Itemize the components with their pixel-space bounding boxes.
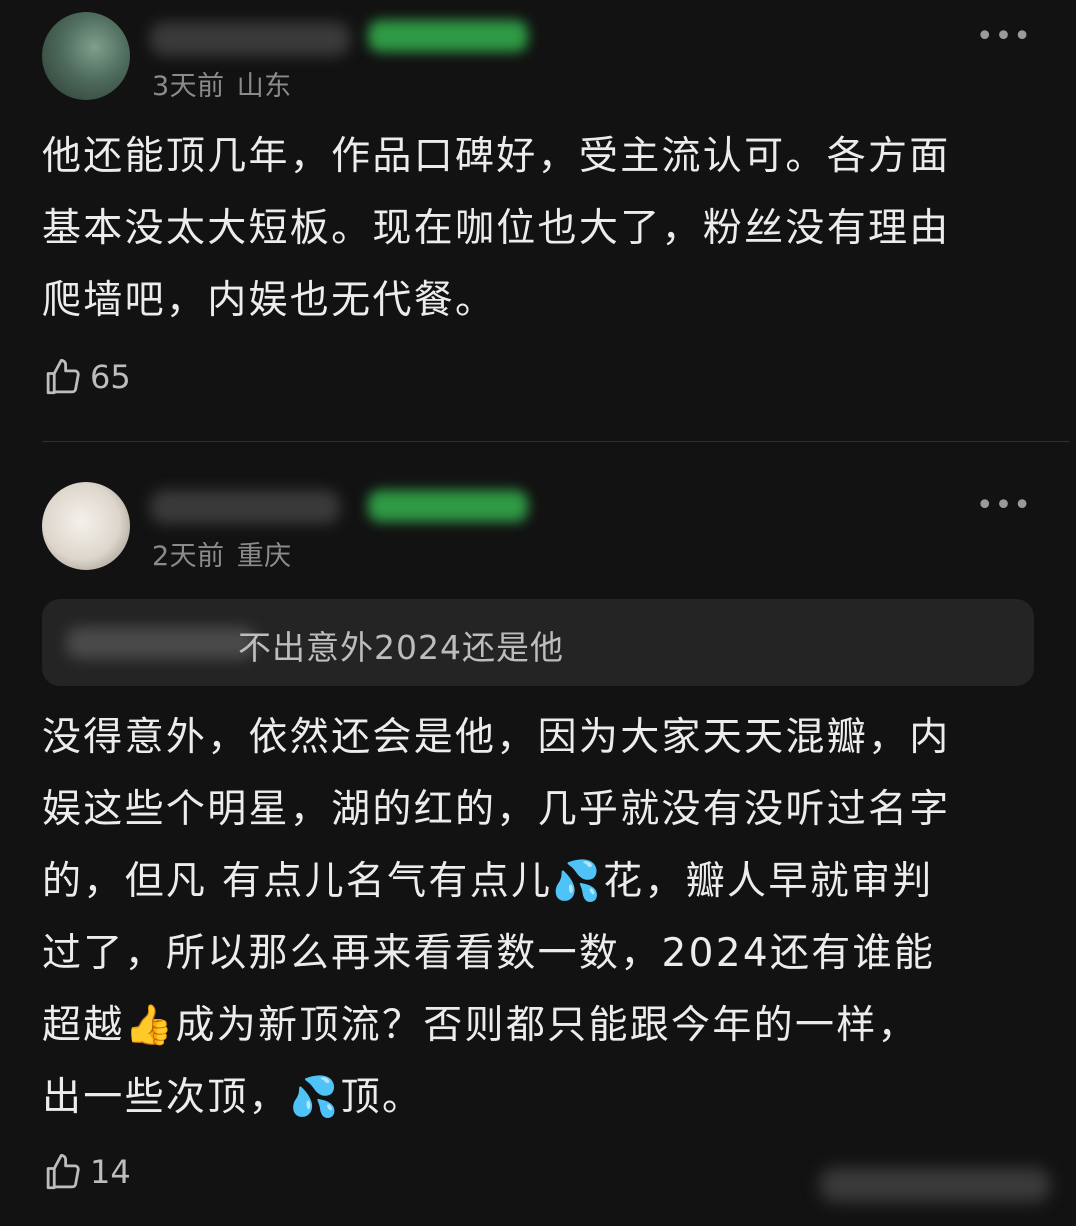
quoted-reply[interactable]: 不出意外2024还是他	[42, 599, 1034, 686]
user-badge-blurred	[368, 20, 528, 52]
thumbs-up-icon	[46, 1153, 80, 1190]
quoted-text: 不出意外2024还是他	[238, 628, 564, 667]
username-blurred[interactable]	[150, 22, 350, 56]
comment-location: 重庆	[236, 541, 292, 572]
like-count: 65	[90, 358, 131, 396]
comment-time: 2天前	[152, 541, 225, 572]
avatar[interactable]	[42, 12, 130, 100]
comment-meta: 3天前 山东	[152, 64, 292, 103]
divider	[42, 441, 1070, 442]
more-options-icon[interactable]: •••	[976, 22, 1032, 52]
comment-location: 山东	[236, 71, 292, 102]
comment-1: 3天前 山东 ••• 他还能顶几年，作品口碑好，受主流认可。各方面 基本没太大短板…	[0, 0, 1076, 440]
comment-text: 他还能顶几年，作品口碑好，受主流认可。各方面 基本没太大短板。现在咖位也大了，粉…	[42, 134, 951, 323]
watermark-blurred	[820, 1168, 1050, 1202]
comment-time: 3天前	[152, 71, 225, 102]
thumbs-up-icon	[46, 358, 80, 395]
comment-text: 没得意外，依然还会是他，因为大家天天混瓣，内 娱这些个明星，湖的红的，几乎就没有…	[42, 715, 951, 1120]
avatar[interactable]	[42, 482, 130, 570]
user-badge-blurred	[368, 490, 528, 522]
like-count: 14	[90, 1153, 131, 1191]
quoted-username-blurred	[66, 627, 256, 659]
username-blurred[interactable]	[150, 490, 340, 524]
more-options-icon[interactable]: •••	[976, 491, 1032, 521]
like-button[interactable]: 14	[42, 1151, 131, 1193]
like-button[interactable]: 65	[42, 356, 131, 398]
comment-meta: 2天前 重庆	[152, 534, 292, 573]
